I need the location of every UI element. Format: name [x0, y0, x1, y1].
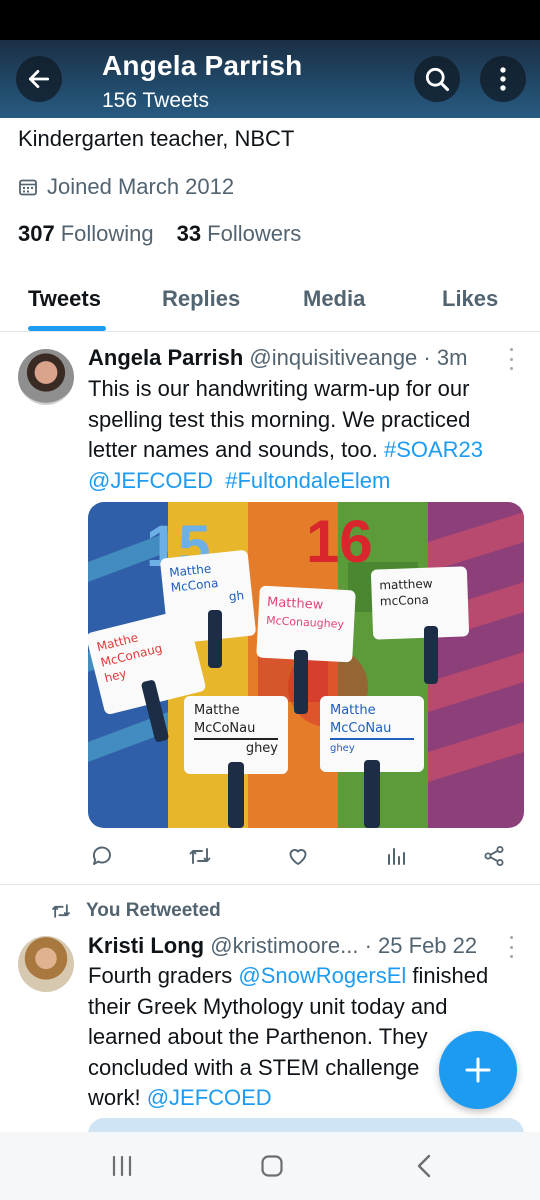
tweet-line: Fourth graders @SnowRogersEl finished — [88, 961, 520, 992]
tweet-photo[interactable]: 15 16 Matthe McCona gh Matthew McConaugh… — [88, 502, 524, 828]
search-icon — [425, 67, 450, 92]
tweet-line: spelling test this morning. We practiced — [88, 406, 471, 432]
tweet-author-name[interactable]: Kristi Long — [88, 933, 204, 958]
tweet-count: 156 Tweets — [102, 89, 210, 112]
whiteboard: matthew mcCona — [370, 566, 470, 640]
tweet-author-name[interactable]: Angela Parrish — [88, 345, 243, 370]
tweet-actions — [0, 842, 540, 872]
back-button[interactable] — [16, 56, 62, 102]
hashtag-link[interactable]: #SOAR23 — [384, 437, 483, 462]
whiteboard-text: ghey — [330, 743, 355, 754]
tweet-author-handle[interactable]: @kristimoore... — [210, 933, 358, 958]
retweet-context: You Retweeted — [50, 900, 221, 922]
compose-tweet-button[interactable] — [439, 1031, 517, 1109]
mention-link[interactable]: @JEFCOED — [88, 468, 213, 493]
following-count: 307 — [18, 221, 55, 246]
profile-tabs: Tweets Replies Media Likes — [0, 270, 540, 332]
retweet-icon — [50, 901, 72, 921]
tweet-divider — [0, 884, 540, 885]
tweet-line-text: letter names and sounds, too. — [88, 437, 384, 462]
plus-icon — [465, 1057, 491, 1083]
tweet-more-icon[interactable] — [506, 348, 516, 370]
whiteboard-handle — [424, 626, 438, 684]
whiteboard-handle — [228, 762, 244, 828]
more-vertical-icon — [500, 67, 506, 91]
whiteboard-text: McConaughey — [265, 613, 345, 631]
tweet-line-text: Fourth graders — [88, 963, 239, 988]
tab-tweets[interactable]: Tweets — [28, 286, 101, 312]
like-icon[interactable] — [284, 842, 312, 870]
hashtag-link[interactable]: #FultondaleElem — [225, 468, 390, 493]
search-button[interactable] — [414, 56, 460, 102]
tweet-line: letter names and sounds, too. #SOAR23 — [88, 435, 520, 466]
photo-number: 16 — [306, 508, 373, 575]
joined-text: Joined March 2012 — [47, 174, 235, 199]
whiteboard-text: McCoNau — [194, 720, 278, 740]
back-icon[interactable] — [412, 1152, 436, 1180]
tweet-author-handle[interactable]: @inquisitiveange — [249, 345, 417, 370]
active-tab-indicator — [28, 326, 106, 331]
profile-header: Angela Parrish 156 Tweets — [0, 40, 540, 118]
tweet-header: Kristi Long @kristimoore... · 25 Feb 22 — [88, 933, 477, 959]
back-arrow-icon — [28, 70, 50, 88]
whiteboard-handle — [208, 610, 222, 668]
home-icon[interactable] — [259, 1152, 285, 1180]
followers-link[interactable]: 33 Followers — [177, 221, 302, 247]
recent-apps-icon[interactable] — [108, 1152, 136, 1180]
retweet-label: You Retweeted — [86, 900, 221, 921]
tab-likes[interactable]: Likes — [442, 286, 498, 312]
profile-bio: Kindergarten teacher, NBCT — [18, 126, 295, 151]
retweet-icon[interactable] — [186, 842, 214, 870]
whiteboard-text: mcCona — [379, 592, 430, 609]
joined-date: Joined March 2012 — [18, 174, 234, 200]
header-name: Angela Parrish — [102, 50, 303, 81]
whiteboard-text: Matthe — [194, 703, 240, 718]
whiteboard-handle — [294, 650, 308, 714]
tweet-time: · 25 Feb 22 — [364, 933, 478, 958]
share-icon[interactable] — [480, 842, 508, 870]
tab-replies[interactable]: Replies — [162, 286, 240, 312]
followers-label: Followers — [207, 221, 302, 246]
follow-stats: 307 Following 33 Followers — [18, 221, 324, 247]
tweet-text: This is our handwriting warm-up for our … — [88, 374, 520, 496]
tweet-line-text: finished — [406, 963, 489, 988]
whiteboard-text: ghey — [245, 741, 278, 756]
avatar[interactable] — [18, 349, 74, 405]
mention-link[interactable]: @SnowRogersEl — [238, 963, 406, 988]
tweet-time: · 3m — [423, 345, 468, 370]
tweet-line: their Greek Mythology unit today and — [88, 993, 448, 1019]
tweet-line: This is our handwriting warm-up for our — [88, 376, 470, 401]
tab-media[interactable]: Media — [303, 286, 365, 312]
status-bar — [0, 0, 540, 40]
views-icon[interactable] — [382, 842, 410, 870]
more-button[interactable] — [480, 56, 526, 102]
following-link[interactable]: 307 Following — [18, 221, 154, 247]
following-label: Following — [60, 221, 154, 246]
followers-count: 33 — [176, 221, 202, 246]
reply-icon[interactable] — [88, 842, 116, 870]
system-nav-bar — [0, 1132, 540, 1200]
whiteboard-handle — [364, 760, 380, 828]
tweet-header: Angela Parrish @inquisitiveange · 3m — [88, 345, 467, 371]
tweet-more-icon[interactable] — [506, 936, 516, 958]
mention-link[interactable]: @JEFCOED — [147, 1085, 272, 1110]
avatar[interactable] — [18, 936, 74, 992]
calendar-icon — [18, 177, 38, 197]
tweet-line-text: work! — [88, 1085, 147, 1110]
tweet-line: @JEFCOED #FultondaleElem — [88, 466, 520, 497]
whiteboard-text: McCoNau — [330, 720, 414, 740]
whiteboard-text: Matthe — [330, 703, 376, 718]
